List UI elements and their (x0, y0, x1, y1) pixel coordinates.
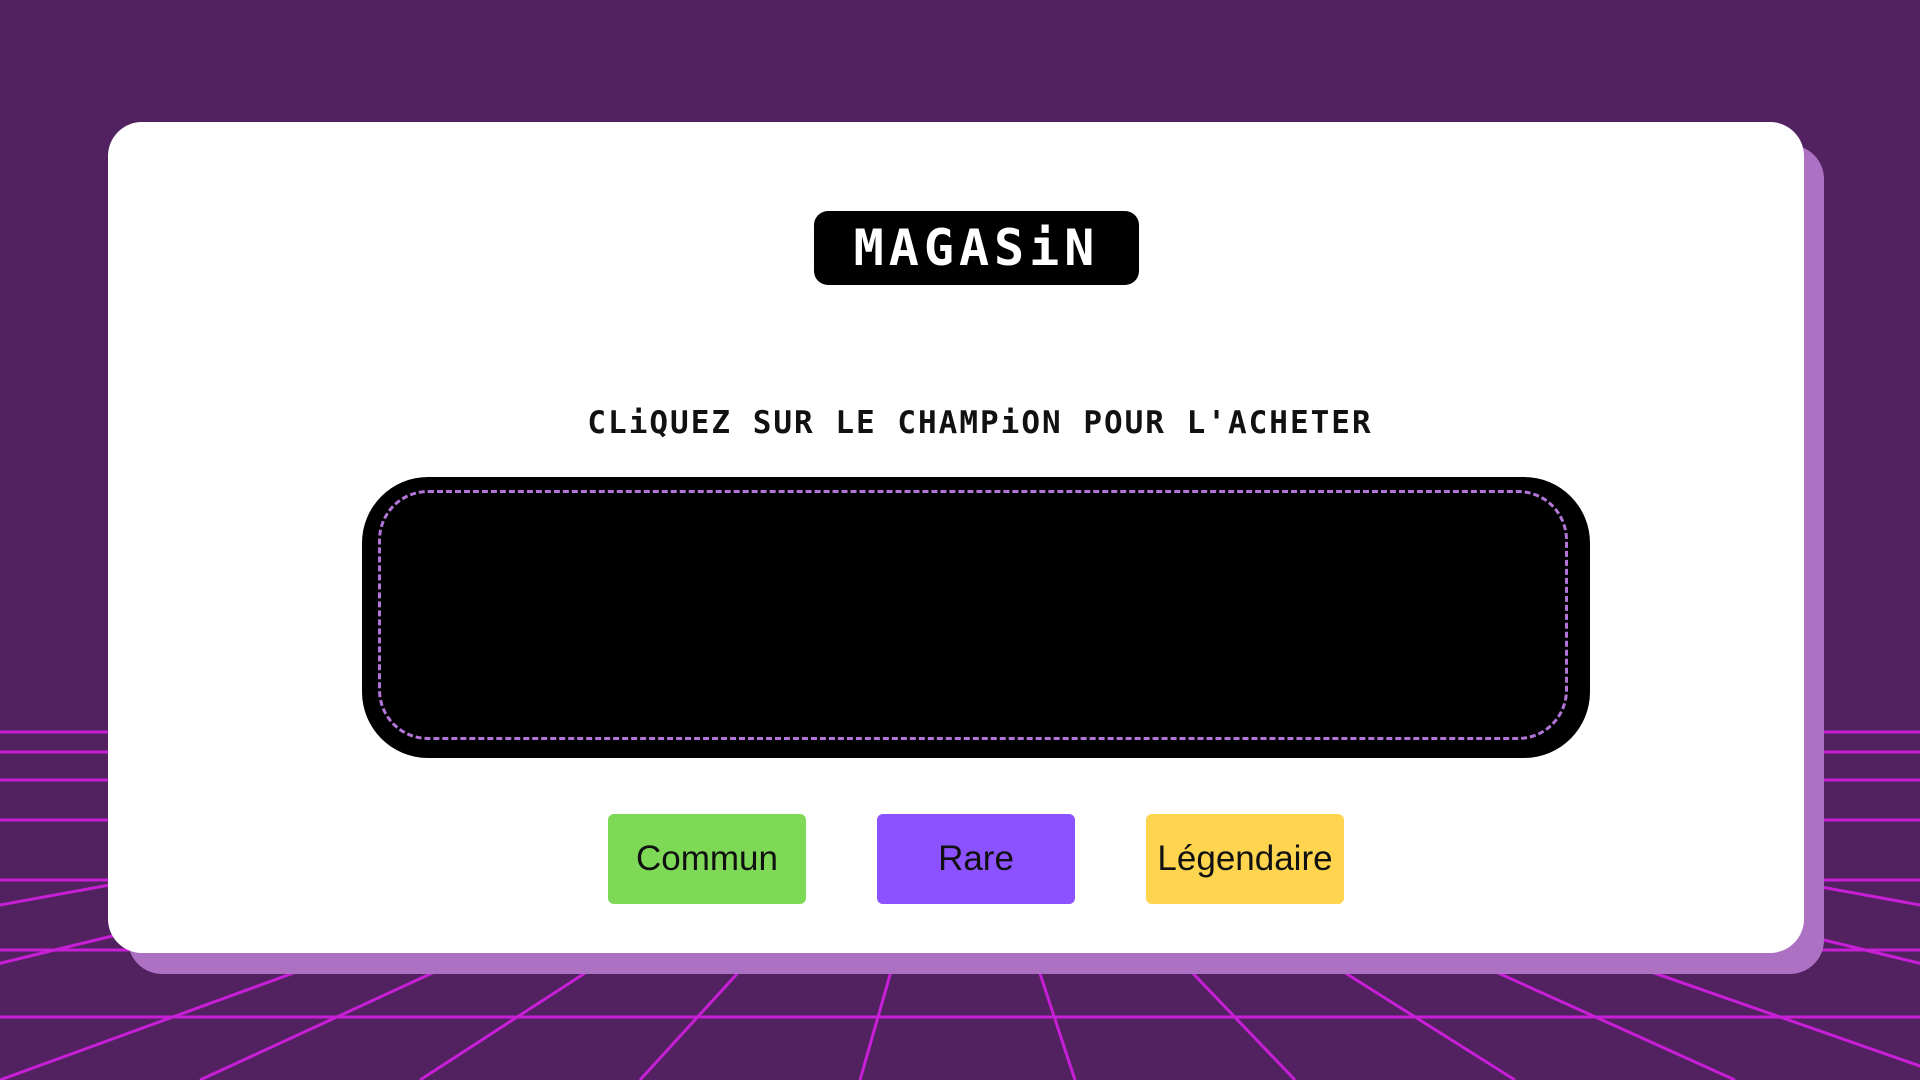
shop-instruction: CLiQUEZ SUR LE CHAMPiON POUR L'ACHETER (587, 405, 1373, 441)
shop-title: MAGASiN (853, 219, 1100, 277)
legendaire-button[interactable]: Légendaire (1146, 814, 1344, 904)
shop-title-badge: MAGASiN (814, 211, 1139, 285)
champion-display-panel[interactable] (362, 477, 1590, 758)
commun-button[interactable]: Commun (608, 814, 806, 904)
rare-button[interactable]: Rare (877, 814, 1075, 904)
champion-display-area[interactable] (378, 490, 1568, 740)
